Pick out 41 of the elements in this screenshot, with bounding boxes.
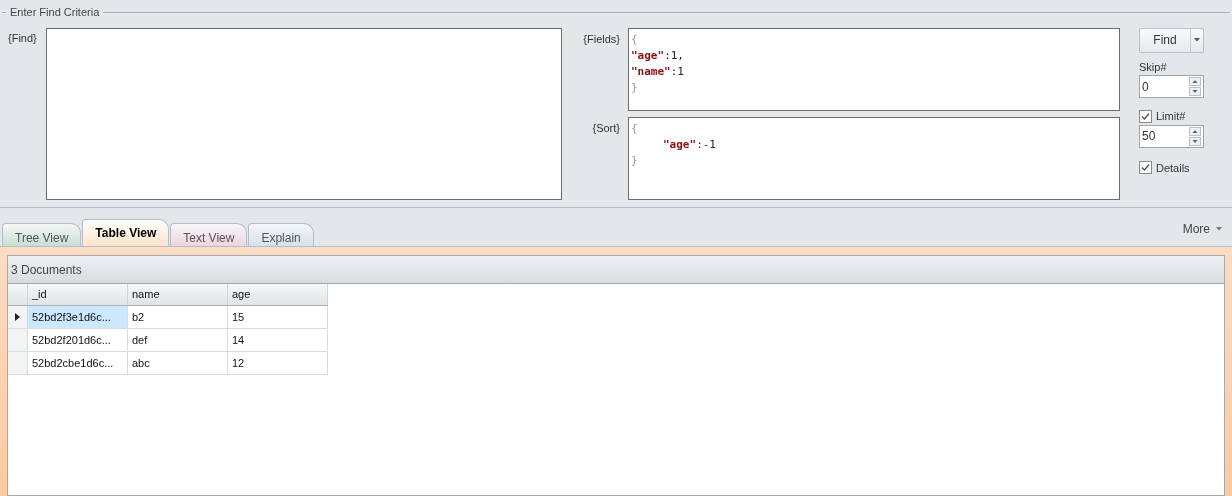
sort-label: {Sort} xyxy=(591,120,621,136)
group-title: Enter Find Criteria xyxy=(10,5,100,20)
limit-field[interactable]: 50 xyxy=(1139,124,1204,148)
table-cell: 14 xyxy=(228,329,328,351)
fields-editor[interactable]: { "age":1, "name":1 } xyxy=(628,27,1120,111)
table-cell: 52bd2cbe1d6c... xyxy=(28,352,128,374)
spin-down-icon[interactable] xyxy=(1189,136,1201,146)
document-count: 3 Documents xyxy=(8,256,1224,284)
tab[interactable]: Tree View xyxy=(2,223,82,246)
table-cell: b2 xyxy=(128,306,228,328)
spin-up-icon[interactable] xyxy=(1189,77,1201,86)
find-button[interactable]: Find xyxy=(1139,27,1204,53)
limit-label: Limit# xyxy=(1156,109,1186,124)
fields-label: {Fields} xyxy=(582,31,621,47)
more-menu[interactable]: More xyxy=(1182,220,1222,238)
column-header[interactable]: _id xyxy=(28,284,128,305)
tab[interactable]: Text View xyxy=(170,223,248,246)
spin-down-icon[interactable] xyxy=(1189,87,1201,96)
table-cell: 52bd2f3e1d6c... xyxy=(28,306,128,328)
table-cell: 52bd2f201d6c... xyxy=(28,329,128,351)
checkbox[interactable] xyxy=(1139,161,1152,175)
find-input[interactable] xyxy=(46,27,562,200)
skip-field[interactable]: 0 xyxy=(1139,75,1204,98)
table-cell: 15 xyxy=(228,306,328,328)
tab[interactable]: Explain xyxy=(248,223,314,246)
caret-icon[interactable] xyxy=(1194,38,1200,42)
table-cell: def xyxy=(128,329,228,351)
find-label: {Find} xyxy=(7,30,38,46)
sort-editor[interactable]: { "age":-1 } xyxy=(628,116,1120,200)
caret-icon[interactable] xyxy=(1216,227,1222,231)
table-cell: 12 xyxy=(228,352,328,374)
checkbox[interactable] xyxy=(1139,109,1152,123)
table-cell: abc xyxy=(128,352,228,374)
tab[interactable]: Table View xyxy=(82,219,170,246)
skip-label: Skip# xyxy=(1139,59,1168,75)
row-pointer-icon xyxy=(15,313,20,321)
column-header[interactable]: name xyxy=(128,284,228,305)
column-header[interactable]: age xyxy=(228,284,328,305)
spin-up-icon[interactable] xyxy=(1189,126,1201,136)
details-label: Details xyxy=(1156,160,1190,176)
row-header[interactable] xyxy=(8,306,28,328)
